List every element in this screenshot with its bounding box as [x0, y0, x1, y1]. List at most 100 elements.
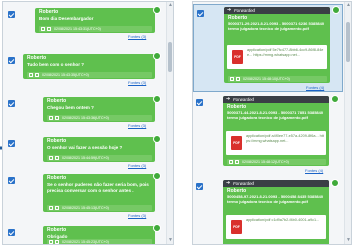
scroll-up-icon[interactable]: ▲: [167, 2, 173, 9]
message-timestamp: 02/08/2021 15:43:31(UTC+0): [54, 26, 101, 31]
message-timestamp: 02/08/2021 15:43:35(UTC+0): [42, 72, 89, 77]
message-timestamp: 02/08/2021 15:45:23(UTC+0): [62, 239, 109, 244]
message-text: Bom dia Desembargador: [39, 16, 94, 21]
message-timestamp: 02/08/2021 15:43:36(UTC+0): [62, 115, 109, 120]
whatsapp-icon: [153, 6, 161, 14]
message-row[interactable]: Roberto Tudo bem com o senhor ? 02/08/20…: [3, 52, 165, 85]
message-checkbox[interactable]: [8, 57, 15, 64]
message-row[interactable]: Roberto O senhor vai fazer a sessão hoje…: [3, 135, 165, 168]
message-bubble: Roberto Chegou bem ontem ? 02/08/2021 15…: [43, 97, 155, 122]
calendar-icon[interactable]: [55, 240, 59, 244]
message-checkbox[interactable]: [8, 229, 15, 236]
message-text: Chegou bem ontem ?: [47, 105, 94, 110]
message-timestamp: 02/08/2021 15:45:13(UTC+0): [62, 205, 109, 210]
message-bubble: Roberto Tudo bem com o senhor ? 02/08/20…: [23, 54, 155, 79]
calendar-icon[interactable]: [55, 116, 59, 120]
scrollbar[interactable]: ▲ ▼: [344, 2, 351, 244]
message-sender: Roberto: [47, 98, 67, 104]
message-checkbox[interactable]: [8, 11, 15, 18]
message-bubble: Forwarded Roberto 5000371-29.2021.8.21.0…: [224, 7, 330, 83]
message-row[interactable]: Roberto Se o senhor puderes não fazer se…: [3, 172, 165, 220]
copy-icon[interactable]: [41, 27, 45, 31]
source-link[interactable]: Fontes (4): [305, 168, 323, 173]
message-checkbox[interactable]: [197, 10, 204, 17]
scroll-up-icon[interactable]: ▲: [345, 2, 351, 9]
whatsapp-icon: [153, 224, 161, 232]
message-bubble: Roberto Obrigado 02/08/2021 15:45:23(UTC…: [43, 226, 155, 244]
message-sender: Roberto: [47, 175, 67, 181]
message-bubble: Roberto O senhor vai fazer a sessão hoje…: [43, 137, 155, 162]
message-checkbox[interactable]: [196, 99, 203, 106]
whatsapp-icon: [331, 95, 339, 103]
message-meta: 02/08/2021 15:43:35(UTC+0): [27, 72, 152, 78]
message-checkbox[interactable]: [8, 100, 15, 107]
attachment[interactable]: PDF application/pdf a4f0ee77-e57a-4209-8…: [226, 131, 326, 155]
message-sender: Roberto: [47, 227, 67, 233]
message-list-right[interactable]: Forwarded Roberto 5000371-29.2021.8.21.0…: [192, 1, 352, 245]
source-link[interactable]: Fontes (3): [128, 80, 146, 85]
copy-icon[interactable]: [49, 156, 53, 160]
message-list-left[interactable]: Roberto Bom dia Desembargador 02/08/2021…: [2, 1, 174, 245]
source-link[interactable]: Fontes (3): [128, 213, 146, 218]
message-row[interactable]: Roberto Bom dia Desembargador 02/08/2021…: [3, 6, 165, 39]
message-checkbox[interactable]: [8, 177, 15, 184]
scroll-down-icon[interactable]: ▼: [345, 237, 351, 244]
message-sender: Roberto: [27, 55, 47, 61]
message-row[interactable]: Forwarded Roberto 5000371-44.2021.8.21.0…: [193, 94, 343, 176]
message-bubble: Forwarded Roberto 5000458-97.2021.8.21.0…: [223, 180, 329, 244]
message-text: Se o senhor puderes não fazer seria bom,…: [47, 182, 149, 193]
copy-icon[interactable]: [49, 116, 53, 120]
message-text: Tudo bem com o senhor ?: [27, 62, 85, 67]
message-checkbox[interactable]: [8, 140, 15, 147]
scrollbar[interactable]: ▲ ▼: [166, 2, 173, 244]
copy-icon[interactable]: [230, 77, 234, 81]
copy-icon[interactable]: [229, 160, 233, 164]
forwarded-label: Forwarded: [224, 7, 330, 14]
forwarded-label: Forwarded: [223, 96, 329, 103]
message-sender: Roberto: [39, 9, 59, 15]
attachment[interactable]: PDF application/pdf c1d9a7b2-f4b0-4001-a…: [226, 215, 326, 239]
whatsapp-icon: [153, 172, 161, 180]
copy-icon[interactable]: [49, 206, 53, 210]
calendar-icon[interactable]: [35, 73, 39, 77]
whatsapp-icon: [153, 135, 161, 143]
calendar-icon[interactable]: [47, 27, 51, 31]
pdf-file-icon[interactable]: PDF: [231, 220, 242, 234]
scroll-down-icon[interactable]: ▼: [167, 237, 173, 244]
attachment-name: application/pdf 5e7fc477-8bb6-4cc9-86f8-…: [247, 48, 324, 57]
message-meta: 02/08/2021 15:43:31(UTC+0): [39, 26, 152, 32]
source-link[interactable]: Fontes (3): [128, 163, 146, 168]
message-checkbox[interactable]: [196, 183, 203, 190]
calendar-icon[interactable]: [55, 156, 59, 160]
message-timestamp: 02/08/2021 15:48:12(UTC+0): [242, 159, 289, 164]
message-row[interactable]: Roberto Obrigado 02/08/2021 15:45:23(UTC…: [3, 224, 165, 244]
message-meta: 02/08/2021 15:48:10(UTC+0): [228, 76, 327, 82]
attachment[interactable]: PDF application/pdf 5e7fc477-8bb6-4cc9-8…: [227, 45, 327, 69]
whatsapp-icon: [153, 52, 161, 60]
message-meta: 02/08/2021 15:43:36(UTC+0): [47, 115, 152, 121]
calendar-icon[interactable]: [55, 206, 59, 210]
scroll-thumb[interactable]: [346, 22, 350, 62]
attachment-name: application/pdf a4f0ee77-e57a-4209-8f6a.…: [246, 134, 324, 143]
message-text: 5000371-44.2021.8.21.0093 - 5000371 7851…: [227, 110, 324, 120]
attachment-name: application/pdf c1d9a7b2-f4b0-4001-a9c1.…: [246, 218, 320, 222]
message-row[interactable]: Roberto Chegou bem ontem ? 02/08/2021 15…: [3, 95, 165, 128]
message-timestamp: 02/08/2021 15:48:10(UTC+0): [243, 76, 290, 81]
whatsapp-icon: [331, 179, 339, 187]
source-link[interactable]: Fontes (3): [128, 123, 146, 128]
message-row[interactable]: Forwarded Roberto 5000371-29.2021.8.21.0…: [193, 4, 343, 92]
message-bubble: Forwarded Roberto 5000371-44.2021.8.21.0…: [223, 96, 329, 166]
calendar-icon[interactable]: [235, 160, 239, 164]
message-meta: 02/08/2021 15:45:13(UTC+0): [47, 205, 152, 211]
message-bubble: Roberto Se o senhor puderes não fazer se…: [43, 174, 155, 212]
whatsapp-icon: [153, 95, 161, 103]
source-link[interactable]: Fontes (3): [128, 34, 146, 39]
copy-icon[interactable]: [49, 240, 53, 244]
copy-icon[interactable]: [29, 73, 33, 77]
scroll-thumb[interactable]: [168, 42, 172, 72]
source-link[interactable]: Fontes (4): [306, 85, 324, 90]
pdf-file-icon[interactable]: PDF: [232, 50, 243, 64]
message-row[interactable]: Forwarded Roberto 5000458-97.2021.8.21.0…: [193, 178, 343, 244]
calendar-icon[interactable]: [236, 77, 240, 81]
pdf-file-icon[interactable]: PDF: [231, 136, 242, 150]
